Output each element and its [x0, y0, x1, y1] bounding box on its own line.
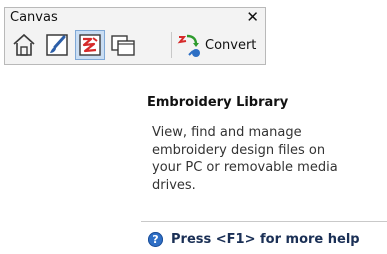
- canvas-toolbar: Canvas ✕ Convert: [4, 7, 266, 65]
- tooltip-divider: [141, 221, 387, 222]
- tooltip-description: View, find and manage embroidery design …: [152, 125, 338, 193]
- brush-canvas-icon: [46, 34, 68, 56]
- tooltip-help-text: Press <F1> for more help: [171, 232, 360, 247]
- tooltip-help-row: ? Press <F1> for more help: [148, 232, 360, 247]
- embroidery-library-button[interactable]: [75, 30, 105, 60]
- artwork-canvas-button[interactable]: [42, 30, 72, 60]
- tooltip-title: Embroidery Library: [147, 95, 289, 110]
- toolbar-separator: [171, 32, 172, 58]
- toolbar-title: Canvas: [10, 10, 58, 25]
- convert-icon: [177, 34, 200, 57]
- toolbar-buttons-row: Convert: [9, 30, 263, 60]
- help-question-icon: ?: [148, 232, 163, 247]
- overlapping-windows-button[interactable]: [108, 30, 138, 60]
- overlapping-windows-icon: [111, 35, 135, 56]
- embroidery-library-icon: [79, 34, 101, 56]
- home-button[interactable]: [9, 30, 39, 60]
- close-icon[interactable]: ✕: [246, 8, 259, 26]
- home-icon: [13, 33, 35, 56]
- convert-button[interactable]: Convert: [175, 30, 263, 60]
- convert-label: Convert: [205, 37, 257, 53]
- tooltip: Embroidery Library View, find and manage…: [141, 89, 387, 254]
